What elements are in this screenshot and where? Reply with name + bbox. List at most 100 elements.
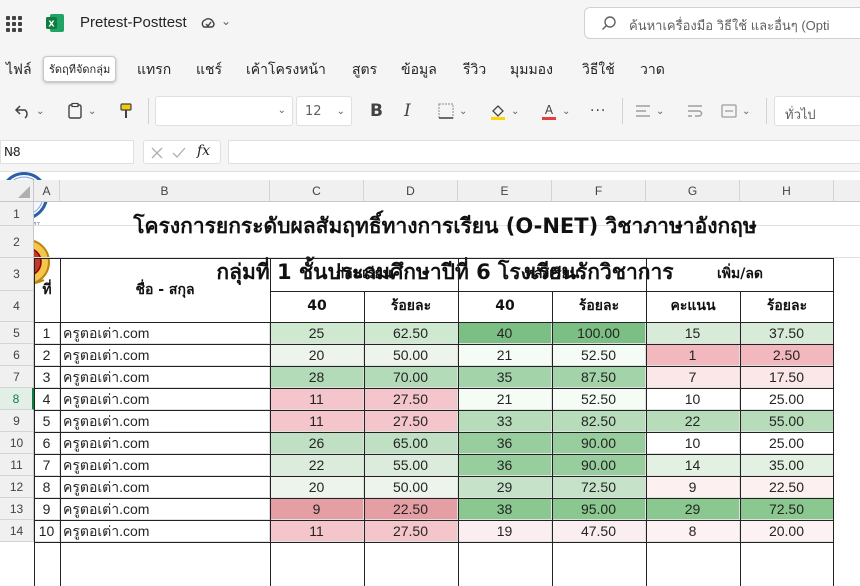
row-number-cell[interactable]: 10 <box>34 520 60 542</box>
student-name-cell[interactable]: ครูตอเต่า.com <box>60 344 270 366</box>
score-cell-post[interactable]: 35 <box>458 366 552 388</box>
score-cell-diff[interactable]: 8 <box>646 520 740 542</box>
student-name-cell[interactable]: ครูตอเต่า.com <box>60 454 270 476</box>
select-all-corner[interactable] <box>0 180 34 202</box>
score-cell-diff[interactable]: 15 <box>646 322 740 344</box>
score-cell-post[interactable]: 33 <box>458 410 552 432</box>
score-cell-diff-pct[interactable]: 2.50 <box>740 344 834 366</box>
column-header-f[interactable]: F <box>552 180 646 202</box>
score-cell-pre-pct[interactable]: 62.50 <box>364 322 458 344</box>
score-cell-post-pct[interactable]: 52.50 <box>552 344 646 366</box>
student-name-cell[interactable]: ครูตอเต่า.com <box>60 410 270 432</box>
score-cell-pre-pct[interactable]: 22.50 <box>364 498 458 520</box>
tab-formulas[interactable]: สูตร <box>352 59 377 81</box>
score-cell-post-pct[interactable]: 82.50 <box>552 410 646 432</box>
row-header-14[interactable]: 14 <box>0 520 34 542</box>
row-header-2[interactable]: 2 <box>0 226 34 258</box>
score-cell-diff-pct[interactable]: 25.00 <box>740 388 834 410</box>
score-cell-post[interactable]: 38 <box>458 498 552 520</box>
title-chevron-down-icon[interactable]: ⌄ <box>221 14 231 28</box>
row-number-cell[interactable]: 7 <box>34 454 60 476</box>
score-cell-pre[interactable]: 28 <box>270 366 364 388</box>
score-cell-post[interactable]: 19 <box>458 520 552 542</box>
tab-review[interactable]: รีวิว <box>463 59 486 81</box>
merge-cells-button[interactable]: ⌄ <box>720 98 750 124</box>
row-header-4[interactable]: 4 <box>0 291 34 322</box>
column-header-i[interactable] <box>834 180 860 202</box>
score-cell-diff-pct[interactable]: 35.00 <box>740 454 834 476</box>
row-number-cell[interactable]: 9 <box>34 498 60 520</box>
score-cell-diff[interactable]: 1 <box>646 344 740 366</box>
score-cell-pre[interactable]: 11 <box>270 388 364 410</box>
score-cell-pre[interactable]: 26 <box>270 432 364 454</box>
tab-tooltip-active[interactable]: รัดฤทีจัดกลุ่ม <box>43 56 117 82</box>
score-cell-pre-pct[interactable]: 65.00 <box>364 432 458 454</box>
score-cell-pre-pct[interactable]: 27.50 <box>364 388 458 410</box>
score-cell-diff-pct[interactable]: 72.50 <box>740 498 834 520</box>
score-cell-diff[interactable]: 9 <box>646 476 740 498</box>
row-header-11[interactable]: 11 <box>0 454 34 476</box>
score-cell-diff[interactable]: 10 <box>646 432 740 454</box>
row-number-cell[interactable]: 5 <box>34 410 60 432</box>
row-header-13[interactable]: 13 <box>0 498 34 520</box>
score-cell-pre[interactable]: 11 <box>270 520 364 542</box>
italic-button[interactable]: I <box>404 98 411 124</box>
formula-input[interactable] <box>228 140 860 164</box>
student-name-cell[interactable]: ครูตอเต่า.com <box>60 322 270 344</box>
student-name-cell[interactable]: ครูตอเต่า.com <box>60 366 270 388</box>
score-cell-diff-pct[interactable]: 22.50 <box>740 476 834 498</box>
score-cell-post-pct[interactable]: 72.50 <box>552 476 646 498</box>
score-cell-pre[interactable]: 25 <box>270 322 364 344</box>
score-cell-diff[interactable]: 14 <box>646 454 740 476</box>
row-header-10[interactable]: 10 <box>0 432 34 454</box>
row-header-6[interactable]: 6 <box>0 344 34 366</box>
score-cell-post[interactable]: 36 <box>458 432 552 454</box>
score-cell-pre-pct[interactable]: 27.50 <box>364 520 458 542</box>
document-title[interactable]: Pretest-Posttest <box>80 14 187 31</box>
tab-page-layout[interactable]: เค้าโครงหน้า <box>246 59 326 81</box>
tab-draw[interactable]: วาด <box>640 59 665 81</box>
score-cell-post-pct[interactable]: 47.50 <box>552 520 646 542</box>
score-cell-diff[interactable]: 7 <box>646 366 740 388</box>
tab-help[interactable]: วิธีใช้ <box>582 59 615 81</box>
wrap-text-button[interactable] <box>686 98 704 124</box>
borders-button[interactable]: ⌄ <box>437 98 467 124</box>
score-cell-post[interactable]: 21 <box>458 388 552 410</box>
score-cell-pre[interactable]: 20 <box>270 476 364 498</box>
score-cell-diff-pct[interactable]: 55.00 <box>740 410 834 432</box>
score-cell-pre-pct[interactable]: 27.50 <box>364 410 458 432</box>
column-header-b[interactable]: B <box>60 180 270 202</box>
score-cell-post[interactable]: 29 <box>458 476 552 498</box>
score-cell-post-pct[interactable]: 95.00 <box>552 498 646 520</box>
score-cell-pre[interactable]: 11 <box>270 410 364 432</box>
row-header-7[interactable]: 7 <box>0 366 34 388</box>
student-name-cell[interactable]: ครูตอเต่า.com <box>60 498 270 520</box>
number-format-select[interactable]: ทั่วไป <box>774 96 860 126</box>
format-painter-button[interactable] <box>118 98 134 124</box>
score-cell-diff[interactable]: 10 <box>646 388 740 410</box>
column-header-c[interactable]: C <box>270 180 364 202</box>
row-header-5[interactable]: 5 <box>0 322 34 344</box>
tab-view[interactable]: มุมมอง <box>510 59 553 81</box>
score-cell-pre-pct[interactable]: 55.00 <box>364 454 458 476</box>
tab-file[interactable]: ไฟล์ <box>6 59 32 81</box>
column-header-a[interactable]: A <box>34 180 60 202</box>
score-cell-post-pct[interactable]: 90.00 <box>552 432 646 454</box>
row-number-cell[interactable]: 4 <box>34 388 60 410</box>
row-header-9[interactable]: 9 <box>0 410 34 432</box>
cancel-icon[interactable] <box>150 146 164 160</box>
font-size-select[interactable]: 12 ⌄ <box>296 96 352 126</box>
score-cell-diff[interactable]: 29 <box>646 498 740 520</box>
row-header-8[interactable]: 8 <box>0 388 34 410</box>
score-cell-post-pct[interactable]: 52.50 <box>552 388 646 410</box>
score-cell-diff-pct[interactable]: 25.00 <box>740 432 834 454</box>
score-cell-pre-pct[interactable]: 50.00 <box>364 476 458 498</box>
row-header-1[interactable]: 1 <box>0 202 34 226</box>
row-number-cell[interactable]: 8 <box>34 476 60 498</box>
font-color-button[interactable]: A ⌄ <box>540 98 570 124</box>
paste-button[interactable]: ⌄ <box>66 98 96 124</box>
score-cell-pre-pct[interactable]: 70.00 <box>364 366 458 388</box>
score-cell-diff-pct[interactable]: 17.50 <box>740 366 834 388</box>
insert-function-icon[interactable]: fx <box>197 143 210 159</box>
tab-data[interactable]: ข้อมูล <box>401 59 437 81</box>
